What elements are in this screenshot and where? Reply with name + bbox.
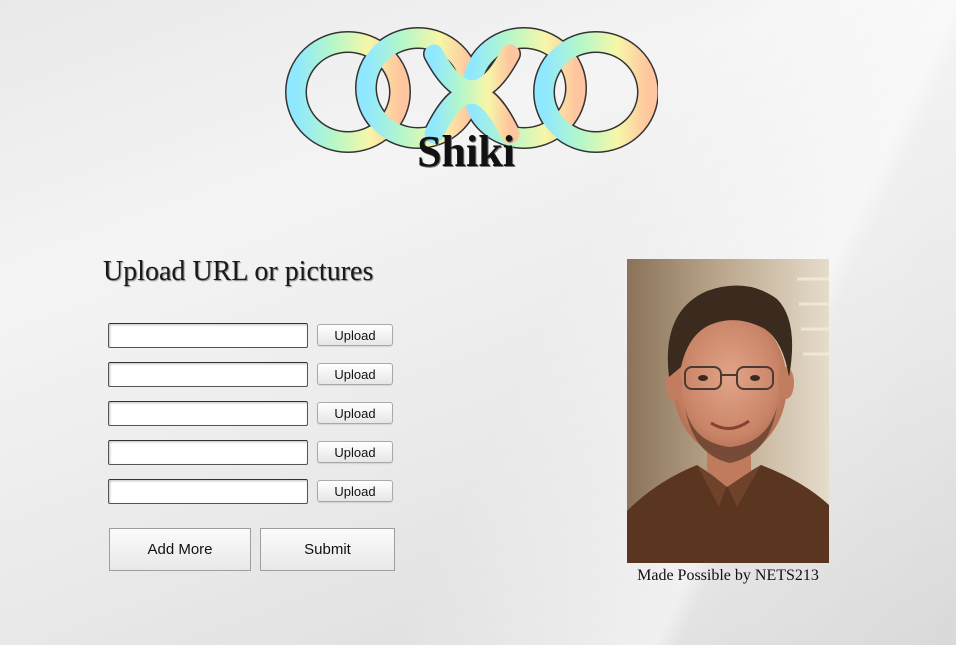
url-input-3[interactable] — [108, 401, 308, 426]
upload-button-4[interactable]: Upload — [317, 441, 393, 463]
portrait-photo — [627, 259, 829, 563]
upload-button-5[interactable]: Upload — [317, 480, 393, 502]
upload-row-1: Upload — [108, 323, 398, 351]
upload-row-4: Upload — [108, 440, 398, 468]
upload-row-3: Upload — [108, 401, 398, 429]
upload-row-2: Upload — [108, 362, 398, 390]
upload-row-5: Upload — [108, 479, 398, 507]
upload-button-1[interactable]: Upload — [317, 324, 393, 346]
url-input-1[interactable] — [108, 323, 308, 348]
credit-text: Made Possible by NETS213 — [637, 567, 819, 584]
upload-button-3[interactable]: Upload — [317, 402, 393, 424]
url-input-5[interactable] — [108, 479, 308, 504]
submit-button[interactable]: Submit — [260, 528, 395, 571]
url-input-2[interactable] — [108, 362, 308, 387]
add-more-button[interactable]: Add More — [109, 528, 251, 571]
brand-name: Shiki — [417, 127, 515, 176]
upload-heading: Upload URL or pictures — [103, 256, 374, 287]
upload-button-2[interactable]: Upload — [317, 363, 393, 385]
url-input-4[interactable] — [108, 440, 308, 465]
